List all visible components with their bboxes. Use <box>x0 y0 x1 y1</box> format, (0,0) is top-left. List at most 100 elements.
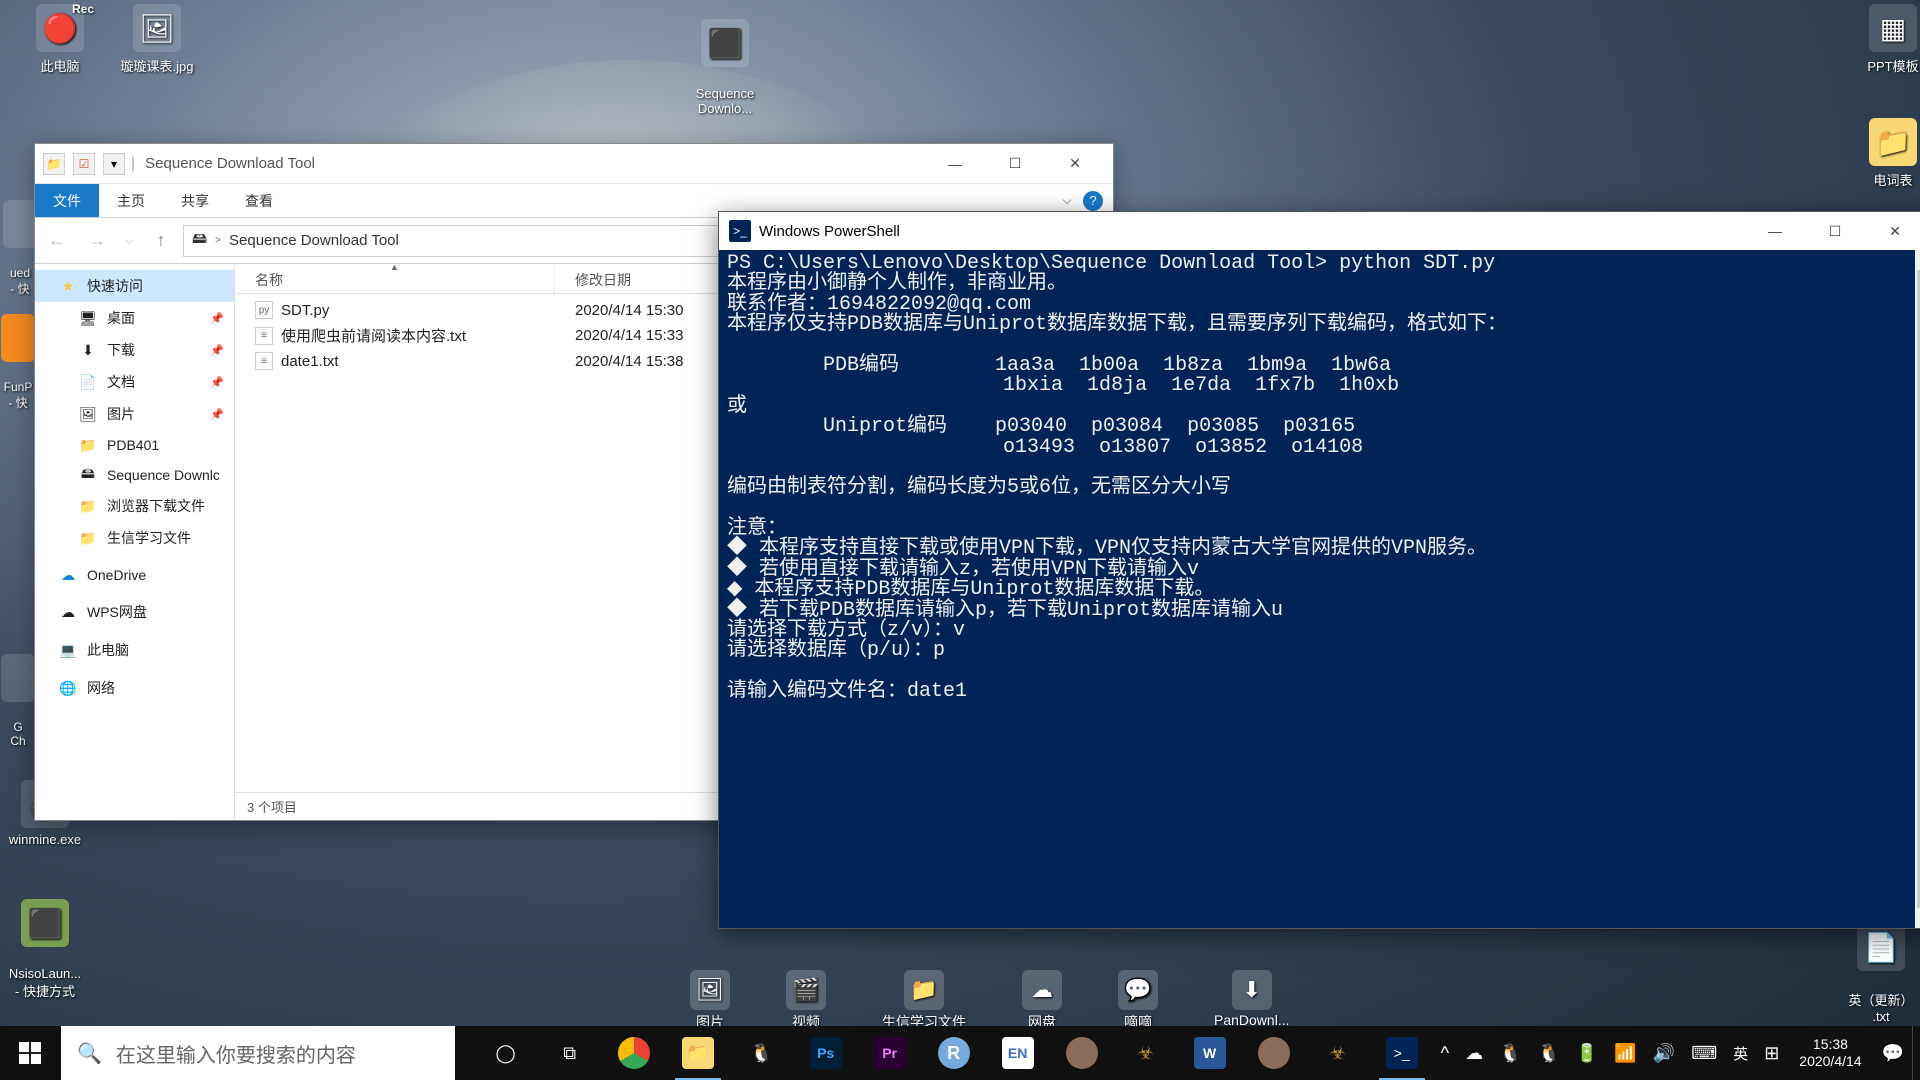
col-label: 名称 <box>255 272 283 288</box>
tray-wifi-icon[interactable]: 📶 <box>1606 1026 1644 1080</box>
nav-tree: ★快速访问 🖥桌面📌 ⬇下载📌 📄文档📌 🖼图片📌 📁PDB401 🖴Seque… <box>35 264 235 820</box>
seq-dl-folder-icon[interactable]: ⬛ Sequence Downlo... <box>680 4 770 116</box>
nav-history-dropdown[interactable]: ⌵ <box>119 223 139 259</box>
nav-browser-dl[interactable]: 📁浏览器下载文件 <box>35 490 234 522</box>
nav-pdb401[interactable]: 📁PDB401 <box>35 430 234 460</box>
maximize-button[interactable]: ☐ <box>985 144 1045 184</box>
tray-qq-icon[interactable]: 🐧 <box>1491 1026 1529 1080</box>
system-tray: ^ ☁ 🐧 🐧 🔋 📶 🔊 ⌨ 英 ⊞ 15:38 2020/4/14 💬 <box>1433 1026 1920 1080</box>
scroll-up-icon[interactable]: ▲ <box>1915 250 1920 270</box>
tray-clock[interactable]: 15:38 2020/4/14 <box>1787 1026 1873 1080</box>
tray-battery-icon[interactable]: 🔋 <box>1568 1026 1606 1080</box>
ribbon-tab-view[interactable]: 查看 <box>227 184 291 217</box>
nav-up-button[interactable]: ↑ <box>143 223 179 259</box>
shortcut-biostudy[interactable]: 📁生信学习文件 <box>882 970 966 1026</box>
nav-documents[interactable]: 📄文档📌 <box>35 366 234 398</box>
file-name: SDT.py <box>281 302 329 319</box>
icon-label: winmine.exe <box>9 832 81 847</box>
icon-label: PPT模板 <box>1867 59 1918 74</box>
nav-quick-access[interactable]: ★快速访问 <box>35 270 234 302</box>
hidden-icon-ch[interactable]: G Ch <box>0 640 36 748</box>
app-icon <box>1 654 35 702</box>
nav-downloads[interactable]: ⬇下载📌 <box>35 334 234 366</box>
task-virus2-button[interactable]: ☣ <box>1307 1026 1369 1080</box>
task-cortana-button[interactable]: ◯ <box>475 1026 537 1080</box>
nav-forward-button[interactable]: → <box>79 223 115 259</box>
breadcrumb-folder[interactable]: Sequence Download Tool <box>229 232 399 249</box>
tray-qq2-icon[interactable]: 🐧 <box>1530 1026 1568 1080</box>
task-rstudio-button[interactable]: R <box>923 1026 985 1080</box>
tray-weather-icon[interactable]: ☁ <box>1457 1026 1491 1080</box>
tray-notifications-button[interactable]: 💬 <box>1874 1026 1912 1080</box>
task-powershell-button[interactable]: >_ <box>1371 1026 1433 1080</box>
py-file-icon: py <box>255 301 273 319</box>
col-name[interactable]: ▲名称 <box>235 264 555 296</box>
folder-icon: 📁 <box>904 970 944 1010</box>
nav-back-button[interactable]: ← <box>39 223 75 259</box>
titlebar-sep: | <box>131 155 135 173</box>
task-qq-button[interactable]: 🐧 <box>731 1026 793 1080</box>
cloud-icon: ☁ <box>1022 970 1062 1010</box>
icon-label: 璇璇课表.jpg <box>121 59 194 74</box>
help-icon[interactable]: ? <box>1083 191 1103 211</box>
close-button[interactable]: ✕ <box>1045 144 1105 184</box>
hidden-icon-funp[interactable]: FunP - 快 <box>0 300 36 411</box>
task-app2-button[interactable] <box>1243 1026 1305 1080</box>
task-virus1-button[interactable]: ☣ <box>1115 1026 1177 1080</box>
tray-chevron-up[interactable]: ^ <box>1433 1026 1457 1080</box>
clock-date: 2020/4/14 <box>1799 1053 1861 1070</box>
nav-pictures[interactable]: 🖼图片📌 <box>35 398 234 430</box>
shortcut-video[interactable]: 🎬视频 <box>786 970 826 1026</box>
cloud-icon: ☁ <box>59 603 77 621</box>
nav-this-pc[interactable]: 💻此电脑 <box>35 634 234 666</box>
task-enote-button[interactable]: EN <box>987 1026 1049 1080</box>
powershell-titlebar[interactable]: >_ Windows PowerShell — ☐ ✕ <box>719 212 1920 250</box>
task-chrome-button[interactable] <box>603 1026 665 1080</box>
ribbon-tab-share[interactable]: 共享 <box>163 184 227 217</box>
task-word-button[interactable]: W <box>1179 1026 1241 1080</box>
shortcut-pictures[interactable]: 🖼图片 <box>690 970 730 1026</box>
ppt-template-icon[interactable]: ▦ PPT模板 <box>1848 4 1920 75</box>
tray-volume-icon[interactable]: 🔊 <box>1645 1026 1683 1080</box>
ribbon-tab-file[interactable]: 文件 <box>35 184 99 217</box>
ribbon-tab-home[interactable]: 主页 <box>99 184 163 217</box>
scrollbar[interactable]: ▲ ▼ <box>1915 250 1920 928</box>
dict-folder-icon[interactable]: 📁 电词表 <box>1848 118 1920 189</box>
qat-checkbox-icon[interactable]: ☑ <box>73 153 95 175</box>
nav-network[interactable]: 🌐网络 <box>35 672 234 704</box>
shortcut-netdisk[interactable]: ☁网盘 <box>1022 970 1062 1026</box>
tray-input-icon[interactable]: ⊞ <box>1756 1026 1787 1080</box>
xuanxuan-jpg-icon[interactable]: 🖼 璇璇课表.jpg <box>112 4 202 75</box>
minimize-button[interactable]: — <box>925 144 985 184</box>
ribbon-expand-icon[interactable]: ⌵ <box>1057 191 1077 211</box>
nav-wps[interactable]: ☁WPS网盘 <box>35 596 234 628</box>
pin-icon: 📌 <box>210 408 224 421</box>
download-icon: ⬇ <box>79 341 97 359</box>
scroll-down-icon[interactable]: ▼ <box>1915 908 1920 928</box>
nav-desktop[interactable]: 🖥桌面📌 <box>35 302 234 334</box>
task-premiere-button[interactable]: Pr <box>859 1026 921 1080</box>
powershell-output[interactable]: PS C:\Users\Lenovo\Desktop\Sequence Down… <box>719 250 1920 928</box>
shortcut-pandownload[interactable]: ⬇PanDownl... <box>1214 970 1289 1026</box>
tray-ime-switch-icon[interactable]: ⌨ <box>1683 1026 1725 1080</box>
minimize-button[interactable]: — <box>1745 212 1805 250</box>
task-view-button[interactable]: ⧉ <box>539 1026 601 1080</box>
nsiso-launcher-icon[interactable]: ⬛ NsisoLaun... - 快捷方式 <box>0 884 90 1000</box>
qat-dropdown-icon[interactable]: ▾ <box>103 153 125 175</box>
this-pc-icon[interactable]: 🔴 此电脑 <box>15 4 105 75</box>
explorer-titlebar[interactable]: 📁 ☑ ▾ | Sequence Download Tool — ☐ ✕ <box>35 144 1113 184</box>
task-photoshop-button[interactable]: Ps <box>795 1026 857 1080</box>
shortcut-bibi[interactable]: 💬嘀嘀 <box>1118 970 1158 1026</box>
task-explorer-button[interactable]: 📁 <box>667 1026 729 1080</box>
nav-onedrive[interactable]: ☁OneDrive <box>35 560 234 590</box>
start-button[interactable] <box>0 1026 61 1080</box>
close-button[interactable]: ✕ <box>1865 212 1920 250</box>
folder-icon: 📁 <box>682 1037 714 1069</box>
search-input[interactable]: 🔍 在这里输入你要搜索的内容 <box>61 1026 455 1080</box>
tray-ime-lang[interactable]: 英 <box>1725 1026 1756 1080</box>
task-app1-button[interactable] <box>1051 1026 1113 1080</box>
nav-seqdl[interactable]: 🖴Sequence Downlc <box>35 460 234 490</box>
show-desktop-button[interactable] <box>1912 1026 1920 1080</box>
maximize-button[interactable]: ☐ <box>1805 212 1865 250</box>
nav-biostudy[interactable]: 📁生信学习文件 <box>35 522 234 554</box>
